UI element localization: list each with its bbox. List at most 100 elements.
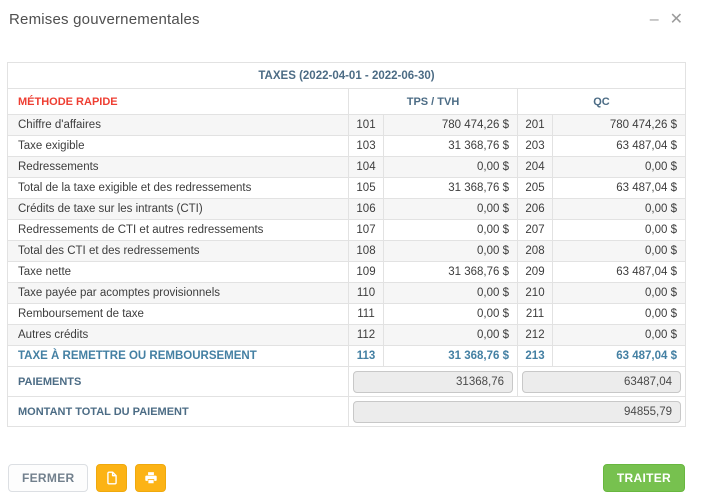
row-value: 0,00 $ <box>553 325 686 346</box>
row-code: 104 <box>349 157 384 178</box>
row-value: 63 487,04 $ <box>553 136 686 157</box>
row-label: Taxe exigible <box>8 136 349 157</box>
table-row: Taxe payée par acomptes provisionnels110… <box>8 283 686 304</box>
payments-row: PAIEMENTS <box>8 367 686 397</box>
row-value: 0,00 $ <box>553 283 686 304</box>
row-value: 31 368,76 $ <box>384 346 518 367</box>
total-row: MONTANT TOTAL DU PAIEMENT <box>8 397 686 427</box>
row-code: 112 <box>349 325 384 346</box>
column-header-method: MÉTHODE RAPIDE <box>8 89 349 115</box>
table-row: Total de la taxe exigible et des redress… <box>8 178 686 199</box>
table-row: Remboursement de taxe1110,00 $2110,00 $ <box>8 304 686 325</box>
row-label: Taxe payée par acomptes provisionnels <box>8 283 349 304</box>
period-header-row: TAXES (2022-04-01 - 2022-06-30) <box>8 63 686 89</box>
row-label: TAXE À REMETTRE OU REMBOURSEMENT <box>8 346 349 367</box>
table-row: TAXE À REMETTRE OU REMBOURSEMENT11331 36… <box>8 346 686 367</box>
row-value: 780 474,26 $ <box>553 115 686 136</box>
column-header-tps-tvh: TPS / TVH <box>349 89 518 115</box>
row-code: 110 <box>349 283 384 304</box>
traiter-button[interactable]: TRAITER <box>603 464 685 492</box>
table-row: Taxe exigible10331 368,76 $20363 487,04 … <box>8 136 686 157</box>
row-value: 31 368,76 $ <box>384 178 518 199</box>
printer-icon <box>144 471 158 485</box>
table-row: Autres crédits1120,00 $2120,00 $ <box>8 325 686 346</box>
total-label: MONTANT TOTAL DU PAIEMENT <box>8 397 349 427</box>
row-value: 0,00 $ <box>384 220 518 241</box>
row-code: 108 <box>349 241 384 262</box>
row-code: 109 <box>349 262 384 283</box>
taxes-table: TAXES (2022-04-01 - 2022-06-30) MÉTHODE … <box>7 62 686 427</box>
row-label: Redressements de CTI et autres redressem… <box>8 220 349 241</box>
footer-toolbar: FERMER TRAITER <box>8 464 685 492</box>
table-row: Taxe nette10931 368,76 $20963 487,04 $ <box>8 262 686 283</box>
row-label: Taxe nette <box>8 262 349 283</box>
payments-label: PAIEMENTS <box>8 367 349 397</box>
row-value: 780 474,26 $ <box>384 115 518 136</box>
total-cell <box>349 397 686 427</box>
row-code: 205 <box>518 178 553 199</box>
row-code: 211 <box>518 304 553 325</box>
row-code: 113 <box>349 346 384 367</box>
row-code: 212 <box>518 325 553 346</box>
row-value: 0,00 $ <box>553 220 686 241</box>
total-input[interactable] <box>353 401 681 423</box>
row-value: 63 487,04 $ <box>553 346 686 367</box>
row-code: 209 <box>518 262 553 283</box>
table-row: Total des CTI et des redressements1080,0… <box>8 241 686 262</box>
row-code: 213 <box>518 346 553 367</box>
column-header-qc: QC <box>518 89 686 115</box>
row-label: Remboursement de taxe <box>8 304 349 325</box>
row-value: 0,00 $ <box>384 325 518 346</box>
row-code: 201 <box>518 115 553 136</box>
row-value: 31 368,76 $ <box>384 262 518 283</box>
period-header: TAXES (2022-04-01 - 2022-06-30) <box>8 63 686 89</box>
payments-qc-cell <box>518 367 686 397</box>
close-icon[interactable]: ✕ <box>670 11 683 28</box>
fermer-button[interactable]: FERMER <box>8 464 88 492</box>
row-code: 107 <box>349 220 384 241</box>
row-value: 0,00 $ <box>384 199 518 220</box>
row-value: 31 368,76 $ <box>384 136 518 157</box>
row-value: 0,00 $ <box>553 199 686 220</box>
row-code: 203 <box>518 136 553 157</box>
row-label: Autres crédits <box>8 325 349 346</box>
row-label: Total des CTI et des redressements <box>8 241 349 262</box>
row-value: 0,00 $ <box>384 304 518 325</box>
document-button[interactable] <box>96 464 127 492</box>
table-row: Crédits de taxe sur les intrants (CTI)10… <box>8 199 686 220</box>
row-code: 206 <box>518 199 553 220</box>
minimize-icon[interactable]: – <box>650 11 659 28</box>
table-row: Redressements1040,00 $2040,00 $ <box>8 157 686 178</box>
row-code: 105 <box>349 178 384 199</box>
row-code: 103 <box>349 136 384 157</box>
row-value: 63 487,04 $ <box>553 262 686 283</box>
row-code: 204 <box>518 157 553 178</box>
row-value: 0,00 $ <box>553 241 686 262</box>
row-value: 0,00 $ <box>384 241 518 262</box>
payments-tps-input[interactable] <box>353 371 513 393</box>
dialog-title: Remises gouvernementales <box>9 11 200 28</box>
print-button[interactable] <box>135 464 166 492</box>
column-header-row: MÉTHODE RAPIDE TPS / TVH QC <box>8 89 686 115</box>
row-value: 0,00 $ <box>553 157 686 178</box>
taxes-table-body: Chiffre d'affaires101780 474,26 $201780 … <box>8 115 686 367</box>
row-label: Total de la taxe exigible et des redress… <box>8 178 349 199</box>
row-label: Redressements <box>8 157 349 178</box>
row-code: 207 <box>518 220 553 241</box>
row-label: Crédits de taxe sur les intrants (CTI) <box>8 199 349 220</box>
table-row: Redressements de CTI et autres redressem… <box>8 220 686 241</box>
table-row: Chiffre d'affaires101780 474,26 $201780 … <box>8 115 686 136</box>
row-value: 0,00 $ <box>384 283 518 304</box>
row-code: 208 <box>518 241 553 262</box>
window-controls: – ✕ <box>650 11 683 28</box>
file-icon <box>105 471 119 485</box>
row-value: 63 487,04 $ <box>553 178 686 199</box>
payments-qc-input[interactable] <box>522 371 681 393</box>
row-code: 210 <box>518 283 553 304</box>
row-label: Chiffre d'affaires <box>8 115 349 136</box>
row-value: 0,00 $ <box>553 304 686 325</box>
row-code: 106 <box>349 199 384 220</box>
row-code: 111 <box>349 304 384 325</box>
row-code: 101 <box>349 115 384 136</box>
payments-tps-cell <box>349 367 518 397</box>
